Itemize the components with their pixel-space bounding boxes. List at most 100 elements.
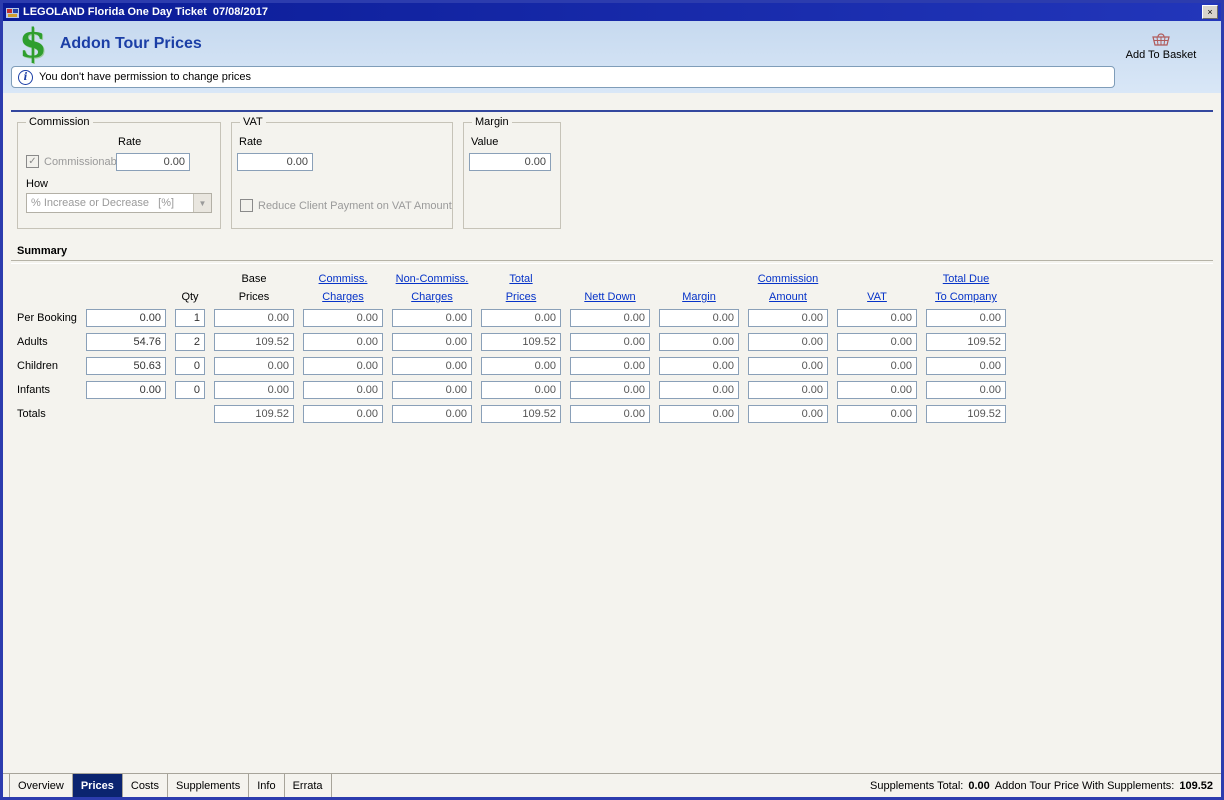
adults-margin-input[interactable] bbox=[659, 333, 739, 351]
margin-value-input[interactable] bbox=[469, 153, 551, 171]
children-base-prices-input[interactable] bbox=[214, 357, 294, 375]
totals-commission-amount-input[interactable] bbox=[748, 405, 828, 423]
children-margin-input[interactable] bbox=[659, 357, 739, 375]
addon-price-label: Addon Tour Price With Supplements: bbox=[994, 779, 1175, 792]
infants-total-due-input[interactable] bbox=[926, 381, 1006, 399]
children-commission-amount-input[interactable] bbox=[748, 357, 828, 375]
perbooking-total-prices-input[interactable] bbox=[481, 309, 561, 327]
totals-margin-input[interactable] bbox=[659, 405, 739, 423]
totals-base-prices-input[interactable] bbox=[214, 405, 294, 423]
perbooking-base-prices-input[interactable] bbox=[214, 309, 294, 327]
page-header: $ Addon Tour Prices Add To Basket i You … bbox=[3, 21, 1221, 93]
adults-total-due-input[interactable] bbox=[926, 333, 1006, 351]
total-due-link[interactable]: Total Due bbox=[943, 273, 989, 285]
children-vat-input[interactable] bbox=[837, 357, 917, 375]
adults-base-prices-input[interactable] bbox=[214, 333, 294, 351]
totals-vat-input[interactable] bbox=[837, 405, 917, 423]
tab-info[interactable]: Info bbox=[249, 774, 285, 797]
commission-rate-label: Rate bbox=[118, 136, 142, 148]
supplements-total-value: 0.00 bbox=[968, 779, 990, 792]
adults-price-input[interactable] bbox=[86, 333, 166, 351]
adults-nett-down-input[interactable] bbox=[570, 333, 650, 351]
perbooking-price-input[interactable] bbox=[86, 309, 166, 327]
adults-commission-amount-input[interactable] bbox=[748, 333, 828, 351]
titlebar: LEGOLAND Florida One Day Ticket 07/08/20… bbox=[3, 3, 1221, 21]
commission-groupbox-title: Commission bbox=[26, 116, 93, 128]
children-total-due-input[interactable] bbox=[926, 357, 1006, 375]
tab-prices[interactable]: Prices bbox=[72, 774, 123, 797]
infants-margin-input[interactable] bbox=[659, 381, 739, 399]
adults-qty-input[interactable] bbox=[175, 333, 205, 351]
commission-groupbox: Commission Rate ✓ Commissionable How % I… bbox=[17, 116, 221, 229]
totals-total-due-input[interactable] bbox=[926, 405, 1006, 423]
totals-nett-down-input[interactable] bbox=[570, 405, 650, 423]
perbooking-noncommiss-charges-input[interactable] bbox=[392, 309, 472, 327]
col-header-base: Base bbox=[241, 273, 267, 285]
perbooking-commission-amount-input[interactable] bbox=[748, 309, 828, 327]
totals-total-prices-input[interactable] bbox=[481, 405, 561, 423]
commiss-charges-link[interactable]: Commiss. bbox=[319, 273, 368, 285]
tab-overview[interactable]: Overview bbox=[10, 774, 73, 797]
total-prices-link[interactable]: Total bbox=[509, 273, 532, 285]
adults-total-prices-input[interactable] bbox=[481, 333, 561, 351]
commissionable-checkbox[interactable]: ✓ bbox=[26, 155, 39, 168]
margin-link[interactable]: Margin bbox=[682, 291, 716, 303]
totals-noncommiss-charges-input[interactable] bbox=[392, 405, 472, 423]
perbooking-vat-input[interactable] bbox=[837, 309, 917, 327]
row-label-totals: Totals bbox=[17, 408, 46, 420]
permission-message: You don't have permission to change pric… bbox=[39, 71, 252, 83]
totals-commiss-charges-input[interactable] bbox=[303, 405, 383, 423]
non-commiss-charges-link[interactable]: Non-Commiss. bbox=[396, 273, 469, 285]
children-nett-down-input[interactable] bbox=[570, 357, 650, 375]
children-commiss-charges-input[interactable] bbox=[303, 357, 383, 375]
adults-vat-input[interactable] bbox=[837, 333, 917, 351]
adults-commiss-charges-input[interactable] bbox=[303, 333, 383, 351]
total-prices-link2[interactable]: Prices bbox=[506, 291, 537, 303]
bottom-bar: Overview Prices Costs Supplements Info E… bbox=[3, 773, 1221, 797]
perbooking-qty-input[interactable] bbox=[175, 309, 205, 327]
nett-down-link[interactable]: Nett Down bbox=[584, 291, 635, 303]
children-qty-input[interactable] bbox=[175, 357, 205, 375]
supplements-total-label: Supplements Total: bbox=[870, 779, 964, 792]
perbooking-total-due-input[interactable] bbox=[926, 309, 1006, 327]
infants-noncommiss-charges-input[interactable] bbox=[392, 381, 472, 399]
infants-commission-amount-input[interactable] bbox=[748, 381, 828, 399]
row-label-per-booking: Per Booking bbox=[17, 312, 77, 324]
infants-vat-input[interactable] bbox=[837, 381, 917, 399]
children-total-prices-input[interactable] bbox=[481, 357, 561, 375]
commission-amount-link2[interactable]: Amount bbox=[769, 291, 807, 303]
commission-rate-input[interactable] bbox=[116, 153, 190, 171]
margin-value-label: Value bbox=[471, 136, 499, 148]
perbooking-margin-input[interactable] bbox=[659, 309, 739, 327]
vat-rate-input[interactable] bbox=[237, 153, 313, 171]
close-button[interactable]: × bbox=[1202, 5, 1218, 19]
infants-price-input[interactable] bbox=[86, 381, 166, 399]
non-commiss-charges-link2[interactable]: Charges bbox=[411, 291, 453, 303]
add-to-basket-button[interactable]: Add To Basket bbox=[1115, 31, 1207, 61]
permission-message-box: i You don't have permission to change pr… bbox=[11, 66, 1115, 88]
tab-supplements[interactable]: Supplements bbox=[168, 774, 250, 797]
dropdown-arrow-icon[interactable]: ▼ bbox=[193, 194, 211, 212]
window-title: LEGOLAND Florida One Day Ticket 07/08/20… bbox=[23, 6, 268, 18]
children-noncommiss-charges-input[interactable] bbox=[392, 357, 472, 375]
perbooking-nett-down-input[interactable] bbox=[570, 309, 650, 327]
tab-errata[interactable]: Errata bbox=[285, 774, 332, 797]
adults-noncommiss-charges-input[interactable] bbox=[392, 333, 472, 351]
row-label-infants: Infants bbox=[17, 384, 51, 396]
total-due-link2[interactable]: To Company bbox=[935, 291, 997, 303]
commission-amount-link[interactable]: Commission bbox=[758, 273, 819, 285]
commiss-charges-link2[interactable]: Charges bbox=[322, 291, 364, 303]
infants-commiss-charges-input[interactable] bbox=[303, 381, 383, 399]
how-select[interactable]: % Increase or Decrease [%] ▼ bbox=[26, 193, 212, 213]
infants-base-prices-input[interactable] bbox=[214, 381, 294, 399]
reduce-client-payment-checkbox[interactable] bbox=[240, 199, 253, 212]
infants-total-prices-input[interactable] bbox=[481, 381, 561, 399]
infants-nett-down-input[interactable] bbox=[570, 381, 650, 399]
infants-qty-input[interactable] bbox=[175, 381, 205, 399]
perbooking-commiss-charges-input[interactable] bbox=[303, 309, 383, 327]
vat-link[interactable]: VAT bbox=[867, 291, 887, 303]
add-to-basket-label: Add To Basket bbox=[1125, 49, 1197, 61]
summary-table: Base Commiss. Non-Commiss. Total Commiss… bbox=[17, 273, 1213, 423]
tab-costs[interactable]: Costs bbox=[123, 774, 168, 797]
children-price-input[interactable] bbox=[86, 357, 166, 375]
